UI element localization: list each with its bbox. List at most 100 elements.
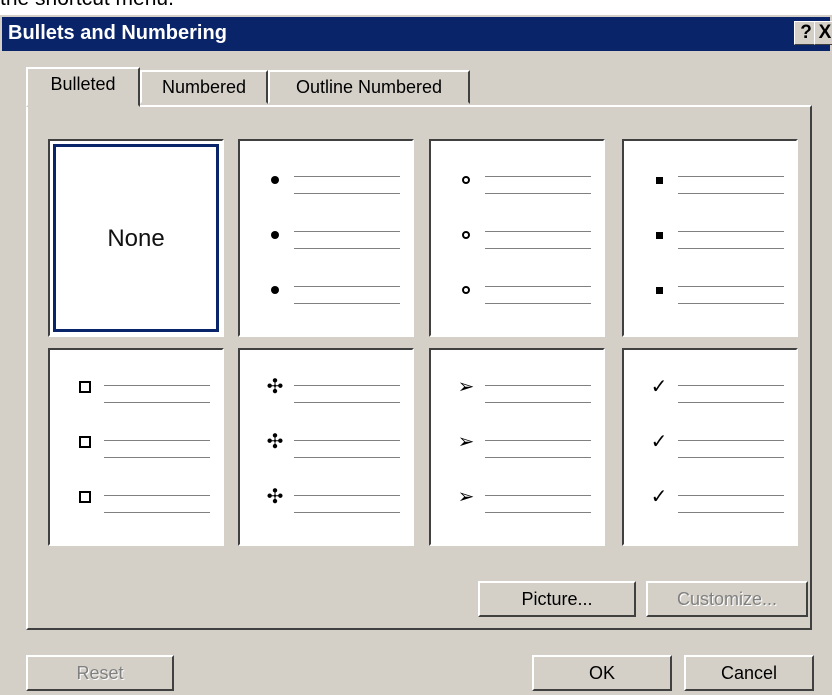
preview-line bbox=[294, 512, 400, 513]
title-bar[interactable]: Bullets and Numbering ? X bbox=[2, 17, 832, 51]
cancel-button[interactable]: Cancel bbox=[684, 655, 814, 691]
preview-line bbox=[678, 402, 784, 403]
bullet-gallery: None ✣ ✣ ✣ ➢ ➢ ➢ ✓ ✓ ✓ bbox=[48, 139, 798, 546]
preview-line bbox=[104, 440, 210, 441]
solid-dot-bullet-icon bbox=[263, 221, 287, 245]
diamond-cluster-bullet-icon: ✣ bbox=[266, 431, 284, 453]
preview-line bbox=[485, 440, 591, 441]
diamond-cluster-bullet-icon: ✣ bbox=[266, 486, 284, 508]
preview-line bbox=[294, 248, 400, 249]
preview-line bbox=[678, 303, 784, 304]
bullet-preview-row bbox=[50, 425, 222, 463]
bullets-and-numbering-dialog: Bullets and Numbering ? X Bulleted Numbe… bbox=[0, 15, 832, 695]
bullet-option-solid-dot[interactable] bbox=[238, 139, 414, 337]
small-square-bullet-icon bbox=[647, 221, 671, 245]
close-button[interactable]: X bbox=[814, 21, 832, 45]
bullet-preview-row bbox=[50, 370, 222, 408]
preview-line bbox=[485, 248, 591, 249]
hollow-circle-bullet-icon bbox=[454, 276, 478, 300]
bullet-preview-row bbox=[431, 271, 603, 309]
bullet-preview-row: ➢ bbox=[431, 370, 603, 408]
bullet-option-hollow-circle[interactable] bbox=[429, 139, 605, 337]
preview-line bbox=[485, 193, 591, 194]
preview-line bbox=[485, 303, 591, 304]
preview-line bbox=[294, 286, 400, 287]
preview-line bbox=[294, 402, 400, 403]
bullet-option-none[interactable]: None bbox=[48, 139, 224, 337]
preview-line bbox=[485, 286, 591, 287]
bullet-preview-row: ➢ bbox=[431, 480, 603, 518]
box-bullet-icon bbox=[73, 430, 97, 454]
bullet-preview-row bbox=[624, 216, 796, 254]
preview-line bbox=[678, 512, 784, 513]
small-square-bullet-icon bbox=[647, 276, 671, 300]
preview-line bbox=[294, 440, 400, 441]
bullet-preview-row: ✓ bbox=[624, 425, 796, 463]
bullet-option-box-square[interactable] bbox=[48, 348, 224, 546]
tab-bulleted[interactable]: Bulleted bbox=[26, 67, 140, 107]
preview-line bbox=[678, 286, 784, 287]
preview-line bbox=[294, 193, 400, 194]
bullet-preview-row bbox=[50, 480, 222, 518]
preview-line bbox=[294, 231, 400, 232]
preview-line bbox=[678, 248, 784, 249]
none-label: None bbox=[107, 225, 165, 252]
preview-line bbox=[485, 457, 591, 458]
preview-line bbox=[485, 512, 591, 513]
bullet-preview-row: ✣ bbox=[240, 425, 412, 463]
preview-line bbox=[678, 495, 784, 496]
page: the shortcut menu. Bullets and Numbering… bbox=[0, 0, 832, 695]
preview-line bbox=[294, 495, 400, 496]
preview-line bbox=[678, 176, 784, 177]
background-snippet: the shortcut menu. bbox=[0, 0, 174, 11]
checkmark-bullet-icon: ✓ bbox=[650, 486, 668, 508]
picture-button[interactable]: Picture... bbox=[478, 581, 636, 617]
preview-line bbox=[485, 231, 591, 232]
small-square-bullet-icon bbox=[647, 166, 671, 190]
checkmark-bullet-icon: ✓ bbox=[650, 376, 668, 398]
tab-outline-numbered[interactable]: Outline Numbered bbox=[268, 70, 470, 104]
diamond-cluster-bullet-icon: ✣ bbox=[266, 376, 284, 398]
bullet-option-arrow[interactable]: ➢ ➢ ➢ bbox=[429, 348, 605, 546]
bullet-preview-row bbox=[240, 216, 412, 254]
preview-line bbox=[678, 457, 784, 458]
preview-line bbox=[294, 176, 400, 177]
solid-dot-bullet-icon bbox=[263, 166, 287, 190]
bullet-preview-row: ✣ bbox=[240, 480, 412, 518]
bullet-preview-row: ✣ bbox=[240, 370, 412, 408]
bullet-option-small-square[interactable] bbox=[622, 139, 798, 337]
preview-line bbox=[485, 402, 591, 403]
tab-numbered[interactable]: Numbered bbox=[140, 70, 268, 104]
preview-line bbox=[104, 512, 210, 513]
arrow-bullet-icon: ➢ bbox=[457, 431, 475, 453]
box-bullet-icon bbox=[73, 485, 97, 509]
arrow-bullet-icon: ➢ bbox=[457, 486, 475, 508]
dialog-title: Bullets and Numbering bbox=[8, 22, 227, 44]
bullet-option-checkmark[interactable]: ✓ ✓ ✓ bbox=[622, 348, 798, 546]
preview-line bbox=[485, 176, 591, 177]
preview-line bbox=[104, 402, 210, 403]
arrow-bullet-icon: ➢ bbox=[457, 376, 475, 398]
solid-dot-bullet-icon bbox=[263, 276, 287, 300]
hollow-circle-bullet-icon bbox=[454, 221, 478, 245]
bullet-preview-row: ✓ bbox=[624, 480, 796, 518]
preview-line bbox=[294, 457, 400, 458]
bullet-preview-row: ➢ bbox=[431, 425, 603, 463]
box-bullet-icon bbox=[73, 375, 97, 399]
preview-line bbox=[678, 440, 784, 441]
preview-line bbox=[104, 495, 210, 496]
customize-button[interactable]: Customize... bbox=[646, 581, 808, 617]
bullet-preview-row bbox=[624, 161, 796, 199]
bulleted-panel: None ✣ ✣ ✣ ➢ ➢ ➢ ✓ ✓ ✓ bbox=[26, 105, 812, 630]
bullet-preview-row bbox=[240, 161, 412, 199]
preview-line bbox=[294, 385, 400, 386]
preview-line bbox=[485, 495, 591, 496]
bullet-option-diamond-cluster[interactable]: ✣ ✣ ✣ bbox=[238, 348, 414, 546]
ok-button[interactable]: OK bbox=[532, 655, 672, 691]
bullet-preview-row bbox=[431, 216, 603, 254]
preview-line bbox=[678, 231, 784, 232]
bullet-preview-row bbox=[624, 271, 796, 309]
preview-line bbox=[485, 385, 591, 386]
reset-button[interactable]: Reset bbox=[26, 655, 174, 691]
preview-line bbox=[104, 457, 210, 458]
